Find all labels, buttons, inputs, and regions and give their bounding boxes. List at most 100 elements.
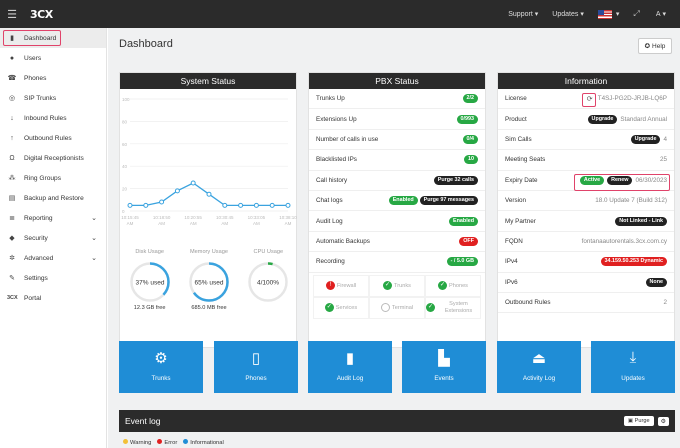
info-row-fqdn: FQDN fontanaautorentals.3cx.com.cy — [498, 232, 674, 253]
check-icon: ✓ — [324, 303, 334, 313]
archive-icon: ▤ — [8, 195, 16, 202]
list-icon: ≣ — [9, 215, 15, 222]
information-title: Information — [498, 73, 674, 89]
memory-usage-label: Memory Usage — [190, 249, 228, 255]
sidebar-item-settings[interactable]: ✎ Settings — [0, 268, 106, 288]
license-key: T4SJ-PG2D-JRJB-LQ6P — [597, 95, 667, 103]
disk-free-text: 12.3 GB free — [133, 305, 166, 311]
pbx-row-trunks-up: Trunks Up 2/2 — [309, 89, 485, 110]
trash-icon: ▣ — [627, 418, 635, 424]
support-menu[interactable]: Support ▾ — [508, 10, 538, 19]
memory-usage-value: 65% used — [195, 280, 224, 287]
sidebar-item-sip-trunks[interactable]: ◎ SIP Trunks — [0, 88, 106, 108]
tile-updates[interactable]: ⤓ Updates — [591, 341, 675, 393]
status-badge[interactable]: 10 — [464, 155, 478, 165]
information-panel: Information License ⟳ T4SJ-PG2D-JRJB-LQ6P … — [497, 72, 675, 348]
sidebar: ▮ Dashboard ● Users ☎ Phones ◎ SIP Trunks ↓ I… — [0, 28, 107, 448]
chart-point — [174, 188, 180, 194]
service-trunks[interactable]: ✓ Trunks — [369, 274, 425, 297]
sidebar-item-portal[interactable]: 3CX Portal — [0, 288, 106, 308]
chart-point — [206, 191, 212, 197]
main-content: Dashboard ✪ Help System Status 100 80 60 40 2… — [108, 28, 680, 448]
tile-trunks[interactable]: ⚙ Trunks — [119, 341, 203, 393]
service-phones[interactable]: ✓ Phones — [425, 274, 481, 297]
purge-button[interactable]: ▣ Purge — [623, 416, 654, 426]
fullscreen-icon[interactable]: ⤢ — [633, 9, 639, 19]
hamburger-menu-icon[interactable]: ☰ — [0, 8, 24, 21]
check-icon: ✓ — [383, 281, 393, 291]
caret-down-icon: ▾ — [580, 11, 584, 18]
chart-point — [238, 202, 244, 208]
status-badge[interactable]: 2/2 — [462, 94, 478, 104]
service-system-extensions[interactable]: ✓ System Extensions — [425, 296, 481, 319]
info-row-product: Product Upgrade Standard Annual — [498, 109, 674, 130]
sidebar-item-inbound-rules[interactable]: ↓ Inbound Rules — [0, 108, 106, 128]
lifebuoy-icon: ✪ — [644, 43, 651, 50]
chart-x-tick-label: 10:18:50 — [153, 215, 171, 220]
error-icon: ! — [325, 281, 335, 291]
top-bar: ☰ 3CX Support ▾ Updates ▾ ▾ ⤢ A ▾ — [0, 0, 680, 28]
chart-y-tick-label: 20 — [122, 187, 128, 192]
wrench-icon: ✎ — [9, 275, 15, 282]
user-menu[interactable]: A ▾ — [656, 10, 666, 19]
tile-activity-log[interactable]: ⏏ Activity Log — [497, 341, 581, 393]
sidebar-item-security[interactable]: ◆ Security ⌄ — [0, 228, 106, 248]
updates-menu[interactable]: Updates ▾ — [552, 10, 584, 19]
sidebar-item-phones[interactable]: ☎ Phones — [0, 68, 106, 88]
chart-x-tick-label: 10:38:10 — [279, 215, 297, 220]
service-firewall[interactable]: ! Firewall — [313, 274, 369, 297]
info-row-meeting-seats: Meeting Seats 25 — [498, 150, 674, 171]
sidebar-item-users[interactable]: ● Users — [0, 48, 106, 68]
link-partner-button[interactable]: Not Linked - Link — [615, 216, 667, 226]
upgrade-button[interactable]: Upgrade — [587, 114, 618, 124]
pbx-row-audit-log: Audit Log Enabled — [309, 211, 485, 232]
info-row-ipv4: IPv4 34.159.50.253 Dynamic — [498, 252, 674, 273]
service-terminal[interactable]: Terminal — [369, 296, 425, 319]
ipv6-badge: None — [645, 277, 667, 287]
sidebar-item-backup-restore[interactable]: ▤ Backup and Restore — [0, 188, 106, 208]
help-button[interactable]: ✪ Help — [638, 38, 672, 54]
drive-icon: ⏏ — [531, 350, 547, 367]
sidebar-item-ring-groups[interactable]: ⁂ Ring Groups — [0, 168, 106, 188]
chart-x-tick-label: AM — [253, 221, 260, 226]
tile-audit-log[interactable]: ▮ Audit Log — [308, 341, 392, 393]
user-icon: ● — [9, 54, 15, 62]
gear-icon: ✲ — [9, 255, 15, 262]
app-logo[interactable]: 3CX — [30, 8, 53, 21]
tile-phones[interactable]: ▯ Phones — [214, 341, 298, 393]
info-row-my-partner: My Partner Not Linked - Link — [498, 211, 674, 232]
chevron-down-icon: ⌄ — [91, 215, 97, 222]
chart-y-tick-label: 80 — [122, 119, 128, 124]
tile-events[interactable]: ▙ Events — [402, 341, 486, 393]
error-dot-icon — [157, 439, 163, 444]
status-badge[interactable]: 0/993 — [456, 114, 478, 124]
settings-icon[interactable]: ⚙ — [657, 416, 669, 426]
status-badge[interactable]: Enabled — [388, 196, 418, 206]
service-services[interactable]: ✓ Services — [313, 296, 369, 319]
status-badge[interactable]: - / 5.0 GB — [446, 257, 478, 267]
sidebar-item-advanced[interactable]: ✲ Advanced ⌄ — [0, 248, 106, 268]
status-badge[interactable]: OFF — [459, 236, 478, 246]
disk-usage-label: Disk Usage — [135, 249, 164, 255]
sidebar-item-outbound-rules[interactable]: ↑ Outbound Rules — [0, 128, 106, 148]
purge-messages-button[interactable]: Purge 97 messages — [419, 196, 478, 206]
upgrade-button[interactable]: Upgrade — [630, 134, 661, 144]
system-status-panel: System Status 100 80 60 40 20 0 10:15:45 AM 10:… — [119, 72, 297, 348]
headset-icon: Ω — [9, 154, 15, 162]
refresh-highlight — [582, 93, 596, 107]
legend-informational: Informational — [183, 439, 224, 446]
check-icon: ✓ — [438, 281, 447, 291]
chart-point — [285, 202, 291, 208]
sidebar-item-digital-receptionists[interactable]: Ω Digital Receptionists — [0, 148, 106, 168]
network-icon: ◎ — [8, 95, 16, 102]
sidebar-item-reporting[interactable]: ≣ Reporting ⌄ — [0, 208, 106, 228]
status-badge[interactable]: 0/4 — [462, 134, 478, 144]
chart-y-tick-label: 60 — [122, 142, 128, 147]
group-icon: ⁂ — [8, 175, 16, 182]
gear-icon: ⚙ — [154, 350, 168, 367]
purge-calls-button[interactable]: Purge 32 calls — [433, 175, 478, 185]
pbx-row-calls-in-use: Number of calls in use 0/4 — [309, 130, 485, 151]
language-menu[interactable]: ▾ — [597, 9, 619, 19]
status-badge[interactable]: Enabled — [449, 216, 478, 226]
pbx-status-panel: PBX Status Trunks Up 2/2 Extensions Up 0/9… — [308, 72, 486, 348]
